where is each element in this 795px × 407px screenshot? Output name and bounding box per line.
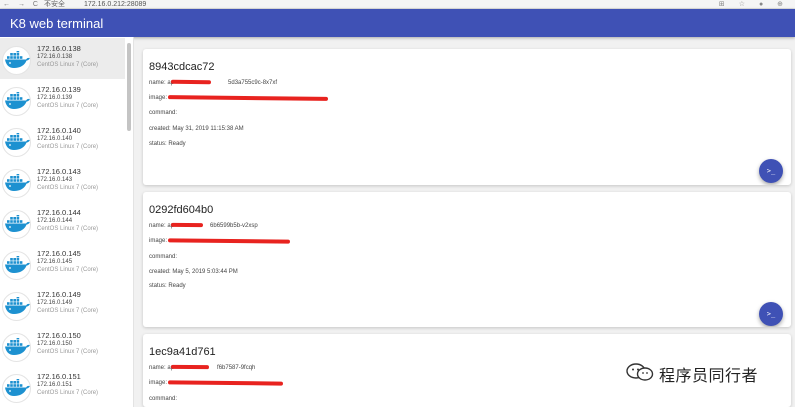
container-command: command: (149, 396, 178, 402)
host-sub-ip: 172.16.0.145 (37, 259, 73, 265)
host-ip: 172.16.0.151 (37, 372, 81, 381)
terminal-button[interactable]: >_ (759, 159, 783, 183)
docker-icon (2, 210, 31, 239)
browser-extension-icons[interactable]: ⊞ ☆ ● ⊕ (719, 0, 789, 8)
container-image: image: (149, 380, 168, 386)
host-item-149[interactable]: 172.16.0.149 172.16.0.149 CentOS Linux 7… (0, 284, 125, 325)
container-command: command: (149, 110, 178, 116)
sidebar-scrollbar[interactable] (127, 43, 131, 131)
watermark-text: 程序员同行者 (659, 366, 759, 385)
host-ip: 172.16.0.144 (37, 208, 81, 217)
host-item-138[interactable]: 172.16.0.138 172.16.0.138 CentOS Linux 7… (0, 38, 125, 79)
host-sub-ip: 172.16.0.140 (37, 136, 73, 142)
container-status: status: Ready (149, 141, 186, 147)
host-sub-ip: 172.16.0.139 (37, 95, 73, 101)
host-sidebar: 172.16.0.138 172.16.0.138 CentOS Linux 7… (0, 37, 134, 407)
wechat-icon (626, 363, 654, 386)
terminal-button[interactable]: >_ (759, 302, 783, 326)
redaction-mark (170, 79, 212, 85)
redaction-mark (167, 95, 329, 101)
host-sub-ip: 172.16.0.151 (37, 382, 73, 388)
host-sub-ip: 172.16.0.150 (37, 341, 73, 347)
container-name: name: ap 5d3a755c9c-8x7xf (149, 80, 278, 86)
container-image: image: (149, 95, 168, 101)
container-id: 1ec9a41d761 (149, 346, 216, 358)
host-item-145[interactable]: 172.16.0.145 172.16.0.145 CentOS Linux 7… (0, 243, 125, 284)
host-os: CentOS Linux 7 (Core) (37, 267, 99, 273)
host-os: CentOS Linux 7 (Core) (37, 349, 99, 355)
container-id: 0292fd604b0 (149, 204, 214, 216)
container-image: image: (149, 238, 168, 244)
host-ip: 172.16.0.138 (37, 44, 81, 53)
host-ip: 172.16.0.150 (37, 331, 81, 340)
redaction-mark (167, 380, 284, 386)
host-os: CentOS Linux 7 (Core) (37, 226, 99, 232)
docker-icon (2, 333, 31, 362)
container-card: 0292fd604b0 name: ap 6b6599b5b-v2xsp imag… (143, 192, 791, 327)
host-os: CentOS Linux 7 (Core) (37, 103, 99, 109)
docker-icon (2, 87, 31, 116)
host-item-151[interactable]: 172.16.0.151 172.16.0.151 CentOS Linux 7… (0, 366, 125, 407)
container-card: 8943cdcac72 name: ap 5d3a755c9c-8x7xf ima… (143, 49, 791, 185)
browser-toolbar: ← → C ⌂ 不安全 172.16.0.212:28089 ⊞ ☆ ● ⊕ (0, 0, 795, 9)
container-created: created: May 31, 2019 11:15:38 AM (149, 126, 244, 132)
host-item-143[interactable]: 172.16.0.143 172.16.0.143 CentOS Linux 7… (0, 161, 125, 202)
host-os: CentOS Linux 7 (Core) (37, 308, 99, 314)
docker-icon (2, 46, 31, 75)
docker-icon (2, 169, 31, 198)
security-label[interactable]: 不安全 (44, 0, 65, 8)
host-ip: 172.16.0.143 (37, 167, 81, 176)
host-ip: 172.16.0.149 (37, 290, 81, 299)
host-ip: 172.16.0.140 (37, 126, 81, 135)
docker-icon (2, 251, 31, 280)
host-sub-ip: 172.16.0.144 (37, 218, 73, 224)
container-status: status: Ready (149, 283, 186, 289)
container-name: name: ap 6b6599b5b-v2xsp (149, 223, 258, 229)
host-ip: 172.16.0.139 (37, 85, 81, 94)
redaction-mark (170, 364, 210, 370)
host-sub-ip: 172.16.0.143 (37, 177, 73, 183)
host-item-139[interactable]: 172.16.0.139 172.16.0.139 CentOS Linux 7… (0, 79, 125, 120)
host-item-140[interactable]: 172.16.0.140 172.16.0.140 CentOS Linux 7… (0, 120, 125, 161)
host-ip: 172.16.0.145 (37, 249, 81, 258)
host-os: CentOS Linux 7 (Core) (37, 62, 99, 68)
host-item-150[interactable]: 172.16.0.150 172.16.0.150 CentOS Linux 7… (0, 325, 125, 366)
container-created: created: May 5, 2019 5:03:44 PM (149, 269, 238, 275)
address-bar[interactable]: 172.16.0.212:28089 (84, 0, 146, 8)
docker-icon (2, 374, 31, 403)
app-bar: K8 web terminal (0, 9, 795, 37)
redaction-mark (167, 238, 291, 244)
host-os: CentOS Linux 7 (Core) (37, 185, 99, 191)
host-item-144[interactable]: 172.16.0.144 172.16.0.144 CentOS Linux 7… (0, 202, 125, 243)
docker-icon (2, 128, 31, 157)
host-os: CentOS Linux 7 (Core) (37, 390, 99, 396)
host-sub-ip: 172.16.0.149 (37, 300, 73, 306)
redaction-mark (170, 222, 204, 228)
docker-icon (2, 292, 31, 321)
host-sub-ip: 172.16.0.138 (37, 54, 73, 60)
host-os: CentOS Linux 7 (Core) (37, 144, 99, 150)
container-command: command: (149, 254, 178, 260)
container-id: 8943cdcac72 (149, 61, 215, 73)
app-title: K8 web terminal (10, 16, 104, 31)
